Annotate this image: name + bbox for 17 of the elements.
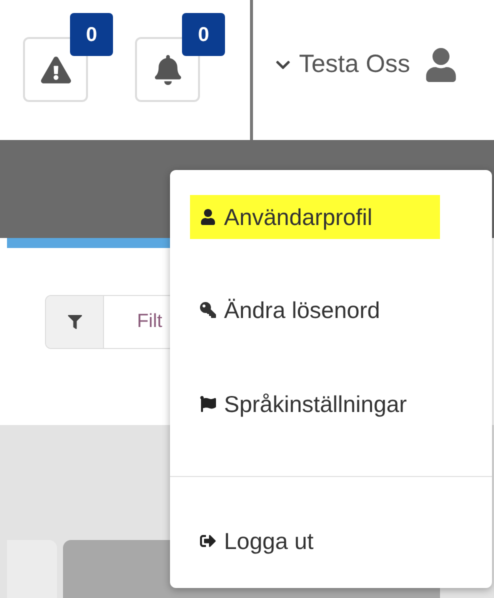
user-menu-button[interactable]: Testa Oss [253,0,458,130]
count-badge: 0 [182,13,225,56]
key-icon [200,302,216,318]
menu-item[interactable]: Språkinställningar [190,382,417,426]
logout-icon [200,533,216,550]
menu-item[interactable]: Logga ut [190,519,324,564]
menu-item[interactable]: Användarprofil [190,194,440,239]
alert-button[interactable] [135,37,200,102]
warning-icon [40,54,70,84]
flag-icon [200,396,216,412]
bell-icon [152,54,182,84]
filter-icon [68,315,82,329]
user-icon [424,48,458,82]
alert-button[interactable] [23,37,88,102]
filter-text: Filt [136,310,162,334]
user-icon [200,208,216,225]
count-badge: 0 [70,13,113,56]
